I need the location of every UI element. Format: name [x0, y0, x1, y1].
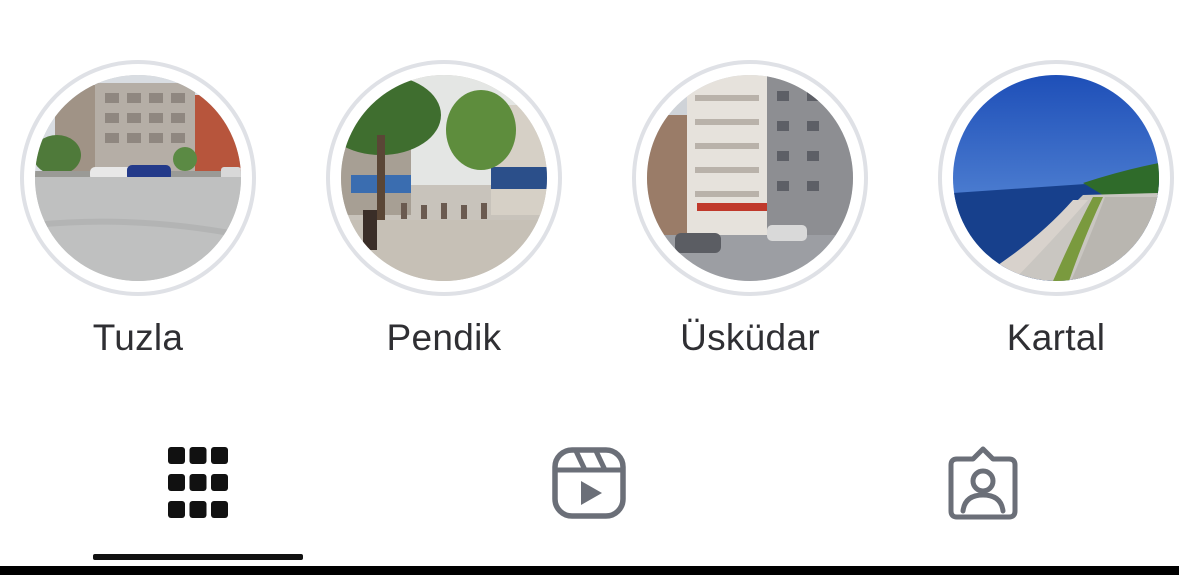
active-tab-indicator	[93, 554, 303, 560]
highlight-label: Üsküdar	[680, 317, 820, 358]
highlight-kartal[interactable]: Kartal	[931, 60, 1179, 360]
reels-icon	[552, 447, 626, 519]
grid-icon	[168, 447, 228, 518]
highlight-label: Tuzla	[92, 317, 184, 358]
highlight-label: Pendik	[386, 317, 502, 358]
bottom-edge-bar	[0, 566, 1179, 575]
highlight-cover-image	[953, 75, 1159, 281]
highlight-label: Kartal	[1006, 317, 1106, 358]
tab-tagged[interactable]	[878, 430, 1088, 560]
highlight-cover-image	[35, 75, 241, 281]
highlight-ring	[20, 60, 256, 296]
profile-tabs	[0, 430, 1179, 560]
story-highlights: Tuzla Pendik Üsküdar Kartal	[0, 0, 1179, 380]
tab-posts-grid[interactable]	[93, 430, 303, 560]
highlight-uskudar[interactable]: Üsküdar	[625, 60, 875, 360]
tab-reels[interactable]	[485, 430, 695, 560]
highlight-ring	[326, 60, 562, 296]
highlight-ring	[938, 60, 1174, 296]
highlight-tuzla[interactable]: Tuzla	[13, 60, 263, 360]
highlight-cover-image	[647, 75, 853, 281]
highlight-cover-image	[341, 75, 547, 281]
tagged-icon	[948, 446, 1018, 520]
highlight-ring	[632, 60, 868, 296]
highlight-pendik[interactable]: Pendik	[319, 60, 569, 360]
